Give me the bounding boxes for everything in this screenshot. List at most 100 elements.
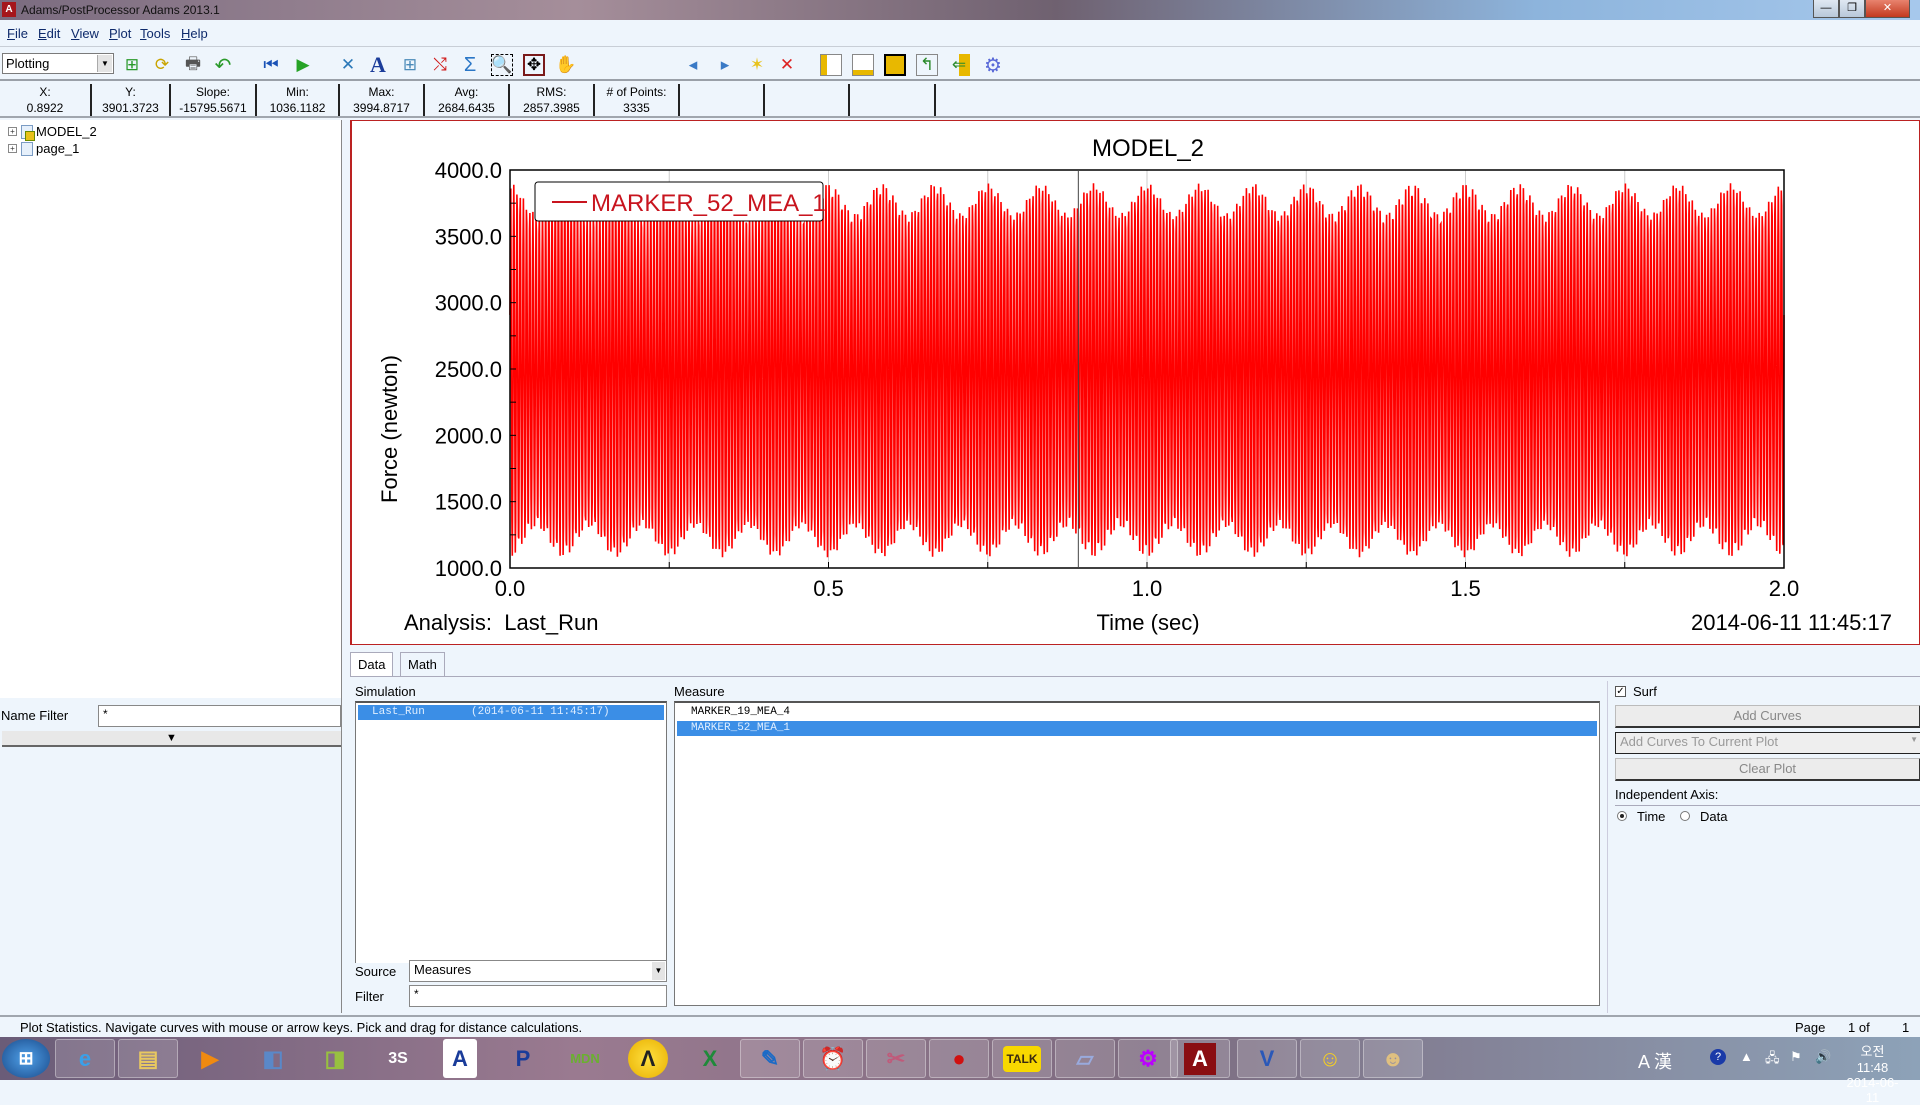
new-page-icon[interactable]: ⊞	[121, 54, 143, 76]
expander-button[interactable]: ▼	[2, 731, 341, 747]
taskbar-kakaotalk[interactable]: TALK	[992, 1039, 1052, 1078]
network-icon[interactable]: 🖧	[1765, 1049, 1780, 1071]
tab-data[interactable]: Data	[350, 652, 394, 676]
first-frame-icon[interactable]: ⏮	[260, 54, 282, 76]
new-page-star-icon[interactable]: ✶	[746, 54, 768, 76]
measure-item[interactable]: MARKER_19_MEA_4	[677, 705, 1597, 720]
menu-edit[interactable]: Edit	[38, 26, 60, 41]
taskbar-recorder-app[interactable]: ●	[929, 1039, 989, 1078]
tree-item-page[interactable]: + page_1	[8, 141, 79, 156]
volume-icon[interactable]: 🔊	[1815, 1049, 1831, 1065]
taskbar-app-window[interactable]: ◧	[243, 1039, 303, 1078]
menu-help[interactable]: Help	[181, 26, 208, 41]
radio-data-label: Data	[1700, 809, 1728, 824]
taskbar-internet-explorer[interactable]: e	[55, 1039, 115, 1078]
filter-input[interactable]: *	[409, 985, 667, 1007]
action-center-flag-icon[interactable]: ⚑	[1790, 1049, 1802, 1065]
close-button[interactable]: ✕	[1865, 0, 1910, 18]
sigma-statistics-icon[interactable]: Σ	[459, 54, 481, 76]
stat-slope-value: -15795.5671	[179, 101, 247, 115]
tools-icon[interactable]: ✕	[337, 54, 359, 76]
taskbar-owl-app[interactable]: ☻	[1363, 1039, 1423, 1078]
taskbar-norton-app[interactable]: Λ	[628, 1039, 668, 1078]
expand-icon[interactable]: +	[8, 127, 17, 136]
toggle-layout-icon[interactable]: ↰	[916, 54, 938, 76]
name-filter-input[interactable]: *	[98, 705, 341, 727]
measure-item-selected[interactable]: MARKER_52_MEA_1	[677, 721, 1597, 736]
ime-indicator[interactable]: A 漢	[1638, 1048, 1672, 1074]
add-mode-select[interactable]: Add Curves To Current Plot ▼	[1615, 732, 1920, 754]
stat-avg-value: 2684.6435	[438, 101, 495, 115]
layout-left-icon[interactable]	[820, 54, 842, 76]
taskbar-visio[interactable]: V	[1237, 1039, 1297, 1078]
fit-icon[interactable]: ✥	[523, 54, 545, 76]
stat-max: Max: 3994.8717	[340, 84, 425, 116]
menu-file[interactable]: File	[7, 26, 28, 41]
simulation-item[interactable]: Last_Run (2014-06-11 11:45:17)	[358, 705, 664, 720]
legend[interactable]: MARKER_52_MEA_1	[534, 181, 826, 222]
mode-select[interactable]: Plotting ▼	[2, 53, 114, 74]
taskbar-adams-view[interactable]: A	[443, 1039, 477, 1078]
start-button[interactable]: ⊞	[2, 1039, 50, 1078]
layout-full-icon[interactable]	[884, 54, 906, 76]
radio-time[interactable]	[1617, 811, 1627, 821]
radio-data[interactable]	[1680, 811, 1690, 821]
surf-checkbox[interactable]: ✓	[1615, 686, 1626, 697]
taskbar-adams-solver[interactable]: ⚙	[1118, 1039, 1178, 1078]
menu-tools[interactable]: Tools	[140, 26, 170, 41]
minimize-button[interactable]: —	[1813, 0, 1839, 18]
undo-icon[interactable]: ↶	[212, 54, 234, 77]
measure-list[interactable]: MARKER_19_MEA_4 MARKER_52_MEA_1	[674, 701, 1600, 1006]
taskbar-tablet-app[interactable]: ▱	[1055, 1039, 1115, 1078]
pan-hand-icon[interactable]: ✋	[555, 54, 577, 76]
taskbar-messenger-app[interactable]: ☺	[1300, 1039, 1360, 1078]
play-icon[interactable]: ▶	[292, 54, 314, 76]
taskbar-alarm-app[interactable]: ⏰	[803, 1039, 863, 1078]
reload-icon[interactable]: ⟳	[151, 54, 173, 76]
taskbar-mdn-app[interactable]: MDN	[555, 1039, 615, 1078]
taskbar-excel[interactable]: X	[680, 1039, 740, 1078]
taskbar-media-player[interactable]: ▶	[180, 1039, 240, 1078]
clear-plot-button[interactable]: Clear Plot	[1615, 758, 1920, 781]
plot-svg[interactable]: 0.0 0.5 1.0 1.5 2.01000.01500.02000.02500.03…	[352, 121, 1919, 644]
grid-icon[interactable]: ⊞	[399, 54, 421, 76]
settings-gear-icon[interactable]: ⚙	[982, 54, 1004, 77]
curve-edit-icon[interactable]: ⤭	[429, 54, 451, 76]
tree-item-model[interactable]: + MODEL_2	[8, 124, 97, 141]
delete-page-icon[interactable]: ✕	[776, 54, 798, 76]
print-icon[interactable]: 🖶	[182, 54, 204, 76]
x-tick-label: 1.0	[1132, 576, 1163, 601]
next-page-icon[interactable]: ▸	[714, 54, 736, 76]
menu-view[interactable]: View	[71, 26, 99, 41]
return-icon[interactable]: ⇐	[948, 54, 970, 76]
taskbar-powerpoint-viewer[interactable]: P	[493, 1039, 553, 1078]
menu-plot[interactable]: Plot	[109, 26, 131, 41]
source-select[interactable]: Measures ▼	[409, 960, 667, 982]
page-current: 1 of	[1848, 1020, 1870, 1035]
status-message: Plot Statistics. Navigate curves with mo…	[20, 1020, 583, 1035]
plot-area[interactable]: 0.0 0.5 1.0 1.5 2.0 1000.0 1500.0 2000.0 2500.0 3…	[350, 120, 1920, 645]
stat-y: Y: 3901.3723	[92, 84, 171, 116]
taskbar-pen-app[interactable]: ✎	[740, 1039, 800, 1078]
show-hidden-icons[interactable]: ▲	[1740, 1049, 1753, 1064]
expand-icon[interactable]: +	[8, 144, 17, 153]
taskbar-app-window-2[interactable]: ◨	[305, 1039, 365, 1078]
taskbar-adams-postprocessor[interactable]: A	[1170, 1039, 1230, 1078]
add-curves-button[interactable]: Add Curves	[1615, 705, 1920, 728]
taskbar-snipping-app[interactable]: ✂	[866, 1039, 926, 1078]
window-title: Adams/PostProcessor Adams 2013.1	[21, 3, 220, 17]
tab-math[interactable]: Math	[400, 652, 445, 676]
zoom-box-icon[interactable]: 🔍	[491, 54, 513, 76]
y-tick-label: 4000.0	[435, 158, 502, 183]
simulation-list[interactable]: Last_Run (2014-06-11 11:45:17)	[355, 701, 667, 1004]
stat-min: Min: 1036.1182	[257, 84, 340, 116]
clock[interactable]: 오전 11:48 2014-06-11	[1845, 1041, 1900, 1105]
taskbar-file-explorer[interactable]: ▤	[118, 1039, 178, 1078]
help-icon[interactable]: ?	[1710, 1049, 1726, 1065]
taskbar-3ds-app[interactable]: 3S	[368, 1039, 428, 1078]
restore-button[interactable]: ❐	[1839, 0, 1865, 18]
chart-title: MODEL_2	[1092, 135, 1204, 162]
prev-page-icon[interactable]: ◂	[682, 54, 704, 76]
layout-bottom-icon[interactable]	[852, 54, 874, 76]
text-annotation-icon[interactable]: A	[367, 52, 389, 77]
